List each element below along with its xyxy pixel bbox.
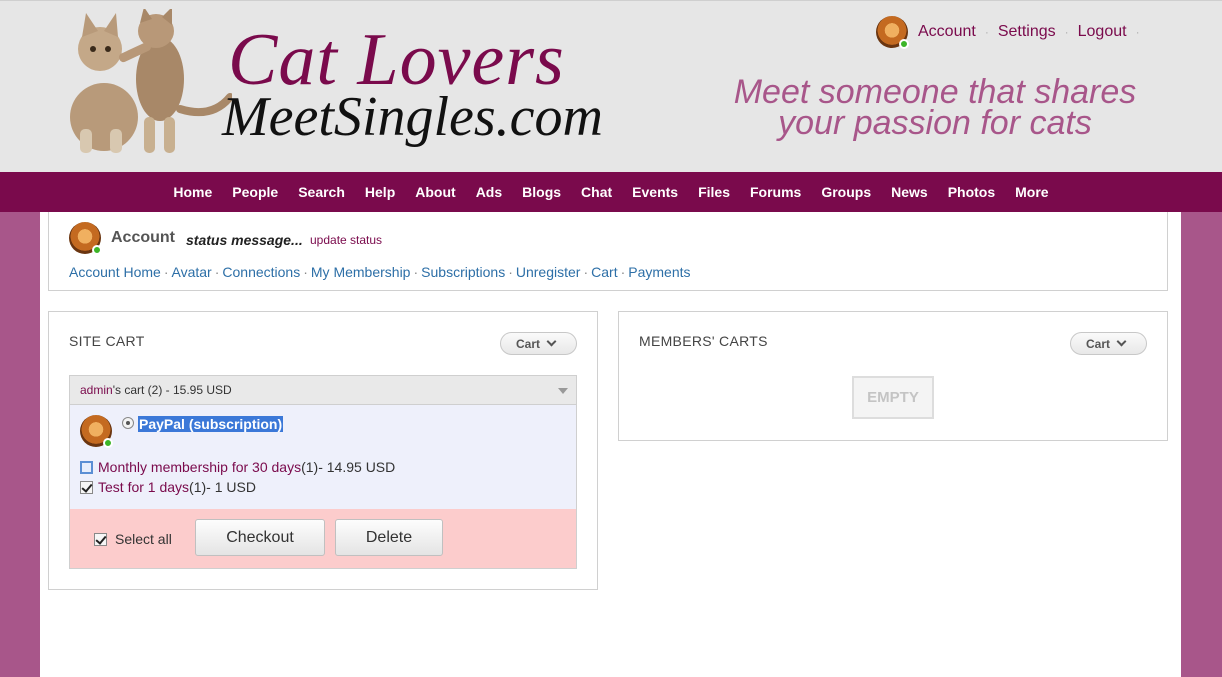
cart-select-dropdown[interactable]: admin's cart (2) - 15.95 USD — [69, 375, 577, 405]
site-cart-title: SITE CART — [69, 333, 145, 349]
cart-actions: Select all Checkout Delete — [69, 509, 577, 569]
chevron-down-icon — [1116, 336, 1127, 347]
nav-people[interactable]: People — [232, 184, 278, 200]
payment-method-radio[interactable] — [122, 417, 134, 429]
nav-blogs[interactable]: Blogs — [522, 184, 561, 200]
site-cart-menu-label: Cart — [516, 336, 541, 351]
cart-item: Monthly membership for 30 days (1) - 14.… — [80, 459, 395, 475]
account-header: Account status message... update status … — [48, 212, 1168, 291]
separator-dot: · — [163, 264, 169, 280]
subscriptions-link[interactable]: Subscriptions — [421, 264, 505, 280]
cart-item: Test for 1 days (1) - 1 USD — [80, 479, 256, 495]
empty-badge: EMPTY — [852, 376, 934, 419]
select-all[interactable]: Select all — [94, 531, 172, 547]
separator-dot: · — [1135, 25, 1140, 39]
item-name[interactable]: Test for 1 days — [98, 479, 189, 495]
account-link[interactable]: Account — [918, 23, 976, 41]
payment-method-label[interactable]: PayPal (subscription) — [138, 416, 284, 432]
item-checkbox[interactable] — [80, 460, 93, 474]
dropdown-arrow-icon — [558, 388, 568, 394]
nav-news[interactable]: News — [891, 184, 928, 200]
checkout-button[interactable]: Checkout — [195, 519, 325, 556]
avatar-link[interactable]: Avatar — [172, 264, 212, 280]
item-checkbox[interactable] — [80, 480, 93, 494]
site-cart-menu-button[interactable]: Cart — [500, 332, 577, 355]
cart-items-area: PayPal (subscription) Monthly membership… — [69, 405, 577, 509]
separator-dot: · — [214, 264, 220, 280]
nav-events[interactable]: Events — [632, 184, 678, 200]
site-cart-panel: SITE CART Cart admin's cart (2) - 15.95 … — [48, 311, 598, 590]
nav-about[interactable]: About — [415, 184, 455, 200]
item-name[interactable]: Monthly membership for 30 days — [98, 459, 301, 475]
nav-ads[interactable]: Ads — [476, 184, 502, 200]
chevron-down-icon — [546, 336, 557, 347]
item-amount: - 14.95 USD — [318, 459, 396, 475]
nav-chat[interactable]: Chat — [581, 184, 612, 200]
nav-photos[interactable]: Photos — [948, 184, 995, 200]
logout-link[interactable]: Logout — [1078, 23, 1127, 41]
account-subnav: Account Home · Avatar · Connections · My Membe… — [69, 264, 691, 280]
item-quantity: (1) — [189, 479, 207, 495]
update-status-link[interactable]: update status — [310, 233, 382, 247]
members-carts-menu-label: Cart — [1086, 336, 1111, 351]
unregister-link[interactable]: Unregister — [516, 264, 581, 280]
seller-avatar[interactable] — [80, 415, 113, 448]
my-membership-link[interactable]: My Membership — [311, 264, 411, 280]
separator-dot: · — [583, 264, 589, 280]
online-status-icon — [103, 438, 113, 448]
separator-dot: · — [413, 264, 419, 280]
online-status-icon — [92, 245, 102, 255]
payments-link[interactable]: Payments — [628, 264, 690, 280]
members-carts-panel: MEMBERS' CARTS Cart EMPTY — [618, 311, 1168, 441]
cart-owner-link[interactable]: admin — [80, 383, 113, 397]
settings-link[interactable]: Settings — [998, 23, 1056, 41]
online-status-icon — [899, 39, 909, 49]
delete-button[interactable]: Delete — [335, 519, 443, 556]
cart-summary: 's cart (2) - 15.95 USD — [112, 383, 232, 397]
tagline-line-2: your passion for cats — [778, 104, 1092, 142]
site-header: Cat Lovers MeetSingles.com Meet someone … — [0, 0, 1222, 172]
nav-groups[interactable]: Groups — [821, 184, 871, 200]
nav-forums[interactable]: Forums — [750, 184, 801, 200]
separator-dot: · — [1064, 25, 1069, 39]
separator-dot: · — [508, 264, 513, 280]
nav-search[interactable]: Search — [298, 184, 345, 200]
logo-subtitle[interactable]: MeetSingles.com — [222, 89, 603, 145]
user-avatar[interactable] — [876, 16, 909, 49]
members-carts-title: MEMBERS' CARTS — [639, 333, 768, 349]
nav-files[interactable]: Files — [698, 184, 730, 200]
separator-dot: · — [620, 264, 626, 280]
cart-link[interactable]: Cart — [591, 264, 617, 280]
nav-help[interactable]: Help — [365, 184, 395, 200]
cats-logo-icon[interactable] — [52, 9, 232, 155]
tagline: Meet someone that shares your passion fo… — [700, 75, 1170, 142]
account-home-link[interactable]: Account Home — [69, 264, 161, 280]
main-nav: Home People Search Help About Ads Blogs … — [0, 172, 1222, 212]
item-quantity: (1) — [301, 459, 319, 475]
nav-more[interactable]: More — [1015, 184, 1048, 200]
status-message: status message... — [186, 232, 303, 248]
item-amount: - 1 USD — [206, 479, 256, 495]
select-all-checkbox[interactable] — [94, 532, 107, 546]
select-all-label: Select all — [115, 531, 172, 547]
members-carts-menu-button[interactable]: Cart — [1070, 332, 1147, 355]
nav-home[interactable]: Home — [173, 184, 212, 200]
account-avatar[interactable] — [69, 222, 102, 255]
separator-dot: · — [984, 25, 989, 39]
account-title: Account — [111, 229, 175, 246]
connections-link[interactable]: Connections — [222, 264, 300, 280]
top-nav: Account · Settings · Logout · — [876, 16, 1149, 49]
separator-dot: · — [303, 264, 308, 280]
